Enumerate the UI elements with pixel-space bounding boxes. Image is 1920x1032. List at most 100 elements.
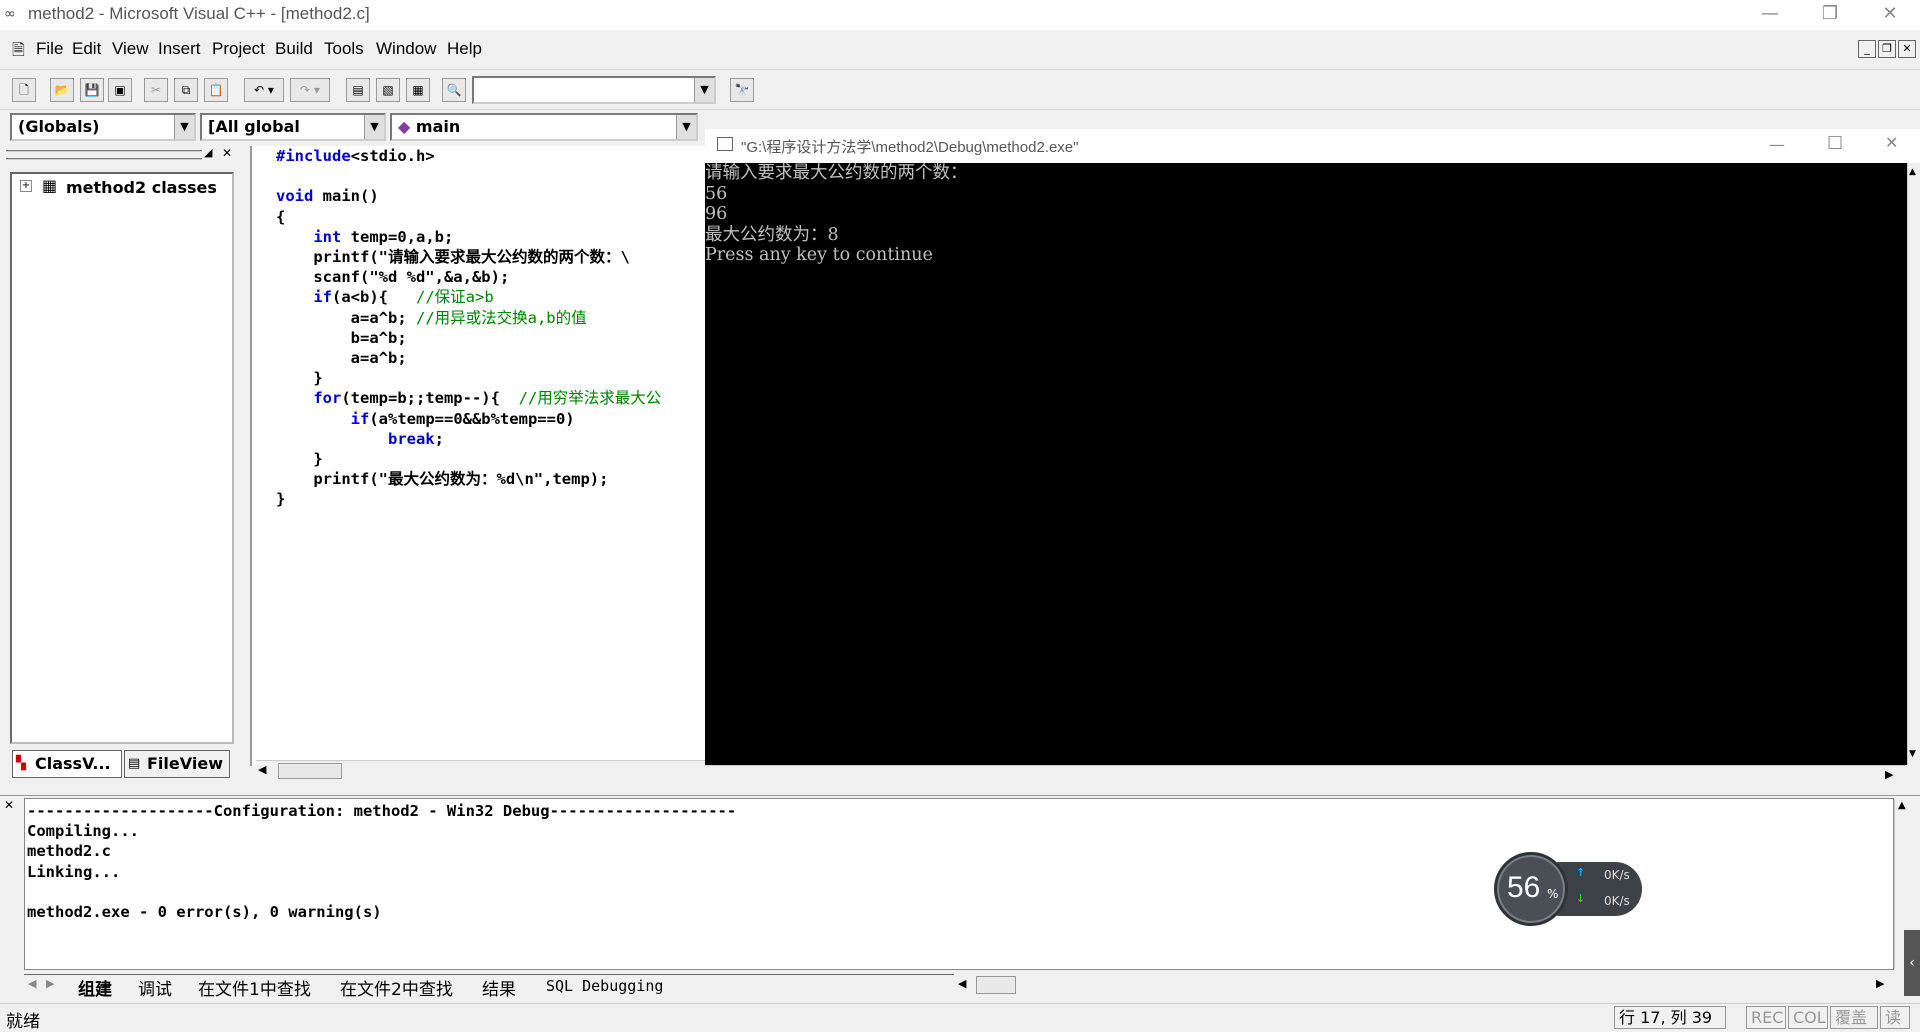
find-in-files-icon[interactable]: 🔍	[442, 78, 466, 102]
code-editor[interactable]: #include<stdio.h> void main(){ int temp=…	[250, 146, 708, 780]
scroll-thumb[interactable]	[278, 763, 342, 779]
code-line[interactable]: a=a^b;	[276, 348, 661, 368]
mdi-minimize-button[interactable]: _	[1858, 40, 1876, 58]
tab-scroll-left-icon[interactable]: ◀	[28, 977, 36, 990]
code-line[interactable]: b=a^b;	[276, 328, 661, 348]
cut-icon[interactable]: ✂	[144, 78, 168, 102]
minimize-button[interactable]: —	[1740, 0, 1800, 30]
save-all-icon[interactable]: ▣	[108, 78, 132, 102]
scroll-left-icon[interactable]: ◀	[258, 763, 266, 776]
menu-help[interactable]: Help	[447, 39, 482, 59]
tab-classview[interactable]: ▚ ClassV...	[12, 750, 122, 778]
code-line[interactable]: if(a%temp==0&&b%temp==0)	[276, 409, 661, 429]
panel-maximize-icon[interactable]: ◢	[204, 146, 212, 159]
mdi-close-button[interactable]: ✕	[1898, 40, 1916, 58]
menu-edit[interactable]: Edit	[72, 39, 101, 59]
code-keyword: int	[313, 227, 342, 246]
chevron-down-icon[interactable]: ▼	[694, 78, 714, 102]
menu-insert[interactable]: Insert	[158, 39, 201, 59]
mdi-restore-button[interactable]: ❐	[1878, 40, 1896, 58]
panel-grip[interactable]	[6, 150, 202, 160]
code-line[interactable]: scanf("%d %d",&a,&b);	[276, 267, 661, 287]
code-line[interactable]: break;	[276, 429, 661, 449]
code-line[interactable]	[276, 166, 661, 186]
close-button[interactable]: ✕	[1860, 0, 1920, 30]
code-line[interactable]: if(a<b){ //保证a>b	[276, 287, 661, 307]
restore-button[interactable]: ❐	[1800, 0, 1860, 30]
workspace-icon[interactable]: ▤	[346, 78, 370, 102]
find-icon[interactable]: 🔭	[730, 78, 754, 102]
chevron-down-icon[interactable]: ▼	[364, 115, 384, 139]
scroll-thumb[interactable]	[976, 976, 1016, 994]
tab-sql-debugging[interactable]: SQL Debugging	[546, 977, 663, 995]
code-keyword: if	[350, 409, 370, 428]
code-line[interactable]: int temp=0,a,b;	[276, 227, 661, 247]
output-close-icon[interactable]: ✕	[4, 798, 14, 812]
undo-icon[interactable]: ↶ ▾	[244, 78, 284, 102]
tab-classview-label: ClassV...	[35, 754, 111, 773]
scroll-up-icon[interactable]: ▲	[1909, 167, 1916, 177]
tab-find2[interactable]: 在文件2中查找	[340, 975, 453, 1000]
editor-hscrollbar[interactable]: ◀	[256, 760, 708, 780]
tab-results[interactable]: 结果	[482, 975, 516, 1000]
code-line[interactable]: #include<stdio.h>	[276, 146, 661, 166]
code-line[interactable]: printf("请输入要求最大公约数的两个数：\	[276, 247, 661, 267]
find-combo[interactable]: ▼	[472, 76, 716, 104]
tab-debug[interactable]: 调试	[138, 975, 172, 1000]
console-vscrollbar[interactable]: ▲ ▼	[1907, 163, 1920, 765]
scroll-right-icon[interactable]: ▶	[1885, 768, 1893, 781]
save-icon[interactable]: 💾	[80, 78, 104, 102]
main-hscrollbar[interactable]: ▶	[705, 765, 1905, 785]
class-combo[interactable]: (Globals) ▼	[10, 113, 196, 141]
members-combo[interactable]: [All global members ▼	[200, 113, 386, 141]
copy-icon[interactable]: ⧉	[174, 78, 198, 102]
tab-scroll-right-icon[interactable]: ▶	[46, 977, 54, 990]
menu-tools[interactable]: Tools	[324, 39, 364, 59]
tree-root-label[interactable]: method2 classes	[66, 178, 217, 197]
menu-file[interactable]: File	[36, 39, 63, 59]
redo-icon[interactable]: ↷ ▾	[290, 78, 330, 102]
code-keyword: if	[313, 288, 332, 307]
scroll-left-icon[interactable]: ◀	[958, 977, 966, 990]
network-monitor-widget[interactable]: 56 % ↑ 0K/s ↓ 0K/s	[1494, 852, 1642, 926]
code-line[interactable]: }	[276, 449, 661, 469]
tab-fileview[interactable]: ▤ FileView	[124, 750, 230, 778]
code-line[interactable]: a=a^b; //用异或法交换a,b的值	[276, 308, 661, 328]
code-token: scanf("%d %d",&a,&b);	[276, 268, 510, 287]
code-line[interactable]: }	[276, 489, 661, 509]
paste-icon[interactable]: 📋	[204, 78, 228, 102]
scroll-right-icon[interactable]: ▶	[1876, 977, 1884, 990]
console-maximize-button[interactable]: ☐	[1827, 133, 1843, 154]
code-line[interactable]: for(temp=b;;temp--){ //用穷举法求最大公	[276, 388, 661, 408]
code-line[interactable]: {	[276, 207, 661, 227]
panel-close-icon[interactable]: ✕	[222, 146, 232, 160]
code-text[interactable]: #include<stdio.h> void main(){ int temp=…	[276, 146, 661, 510]
tab-build[interactable]: 组建	[78, 975, 112, 1000]
code-token: }	[276, 450, 323, 469]
side-collapse-tab[interactable]: ‹	[1904, 930, 1920, 996]
new-file-icon[interactable]: 🗋	[12, 78, 36, 102]
console-close-button[interactable]: ✕	[1885, 133, 1898, 152]
chevron-down-icon[interactable]: ▼	[676, 115, 696, 139]
console-minimize-button[interactable]: —	[1769, 135, 1785, 154]
expand-icon[interactable]: +	[20, 180, 32, 192]
open-folder-icon[interactable]: 📂	[50, 78, 74, 102]
menu-build[interactable]: Build	[275, 39, 313, 59]
output-window-icon[interactable]: ▧	[376, 78, 400, 102]
class-tree: + ▦ method2 classes	[10, 172, 234, 744]
menu-project[interactable]: Project	[212, 39, 265, 59]
chevron-down-icon[interactable]: ▼	[174, 115, 194, 139]
window-list-icon[interactable]: ▦	[406, 78, 430, 102]
code-line[interactable]: void main()	[276, 186, 661, 206]
menu-view[interactable]: View	[112, 39, 149, 59]
code-line[interactable]: printf("最大公约数为：%d\n",temp);	[276, 469, 661, 489]
scroll-up-icon[interactable]: ▲	[1898, 800, 1906, 811]
code-line[interactable]: }	[276, 368, 661, 388]
menu-window[interactable]: Window	[376, 39, 436, 59]
scroll-down-icon[interactable]: ▼	[1909, 749, 1916, 759]
tab-find1[interactable]: 在文件1中查找	[198, 975, 311, 1000]
output-hscrollbar[interactable]: ◀ ▶	[956, 974, 1894, 996]
console-window[interactable]: "G:\程序设计方法学\method2\Debug\method2.exe" —…	[705, 129, 1920, 765]
function-combo[interactable]: ◆ main ▼	[390, 113, 698, 141]
